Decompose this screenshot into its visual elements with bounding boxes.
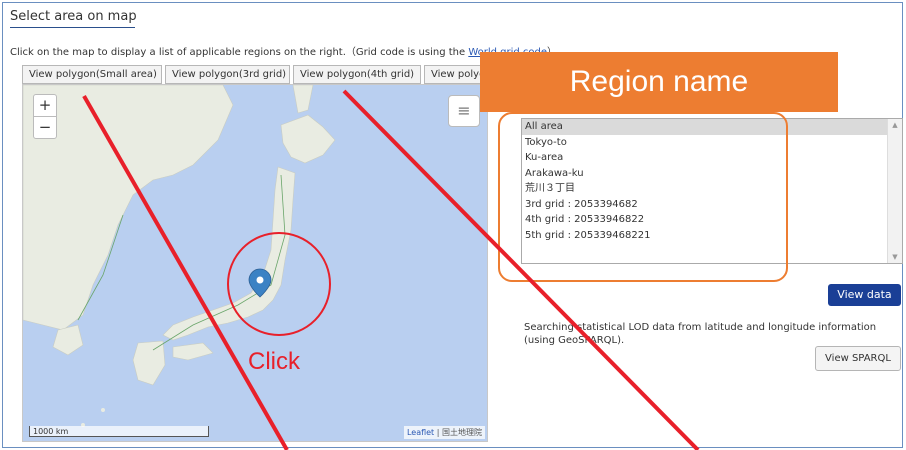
scroll-up-icon[interactable]: ▲	[888, 121, 902, 129]
leaflet-link[interactable]: Leaflet	[407, 428, 434, 437]
title-underline	[10, 27, 135, 28]
map-attribution: Leaflet | 国土地理院	[403, 426, 485, 439]
tab-polygon-small-area[interactable]: View polygon(Small area)	[22, 65, 162, 84]
region-highlight-outline	[498, 112, 788, 282]
scroll-down-icon[interactable]: ▼	[888, 253, 902, 261]
map-view[interactable]: + − ≡ 1000 km Leaflet | 国土地理院	[22, 84, 488, 442]
map-scale: 1000 km	[29, 426, 209, 437]
instructions-text: Click on the map to display a list of ap…	[10, 47, 469, 58]
tab-polygon-4th-grid[interactable]: View polygon(4th grid)	[293, 65, 421, 84]
zoom-in-button[interactable]: +	[34, 95, 56, 116]
view-sparql-button[interactable]: View SPARQL	[815, 346, 901, 371]
page-title: Select area on map	[10, 9, 137, 24]
tab-polygon-5th-grid[interactable]: View polygon(5th grid)	[424, 65, 484, 84]
gsi-attribution: | 国土地理院	[436, 428, 482, 437]
tab-polygon-3rd-grid[interactable]: View polygon(3rd grid)	[165, 65, 290, 84]
view-data-button[interactable]: View data	[828, 284, 901, 306]
searching-description: Searching statistical LOD data from lati…	[524, 322, 877, 346]
click-annotation: Click	[248, 348, 300, 375]
map-land	[23, 85, 336, 427]
zoom-control: + −	[33, 94, 57, 139]
layers-icon[interactable]: ≡	[448, 95, 480, 127]
region-list-scrollbar[interactable]: ▲ ▼	[887, 119, 902, 263]
region-name-banner: Region name	[480, 52, 838, 112]
zoom-out-button[interactable]: −	[34, 116, 56, 138]
instructions: Click on the map to display a list of ap…	[10, 43, 557, 58]
